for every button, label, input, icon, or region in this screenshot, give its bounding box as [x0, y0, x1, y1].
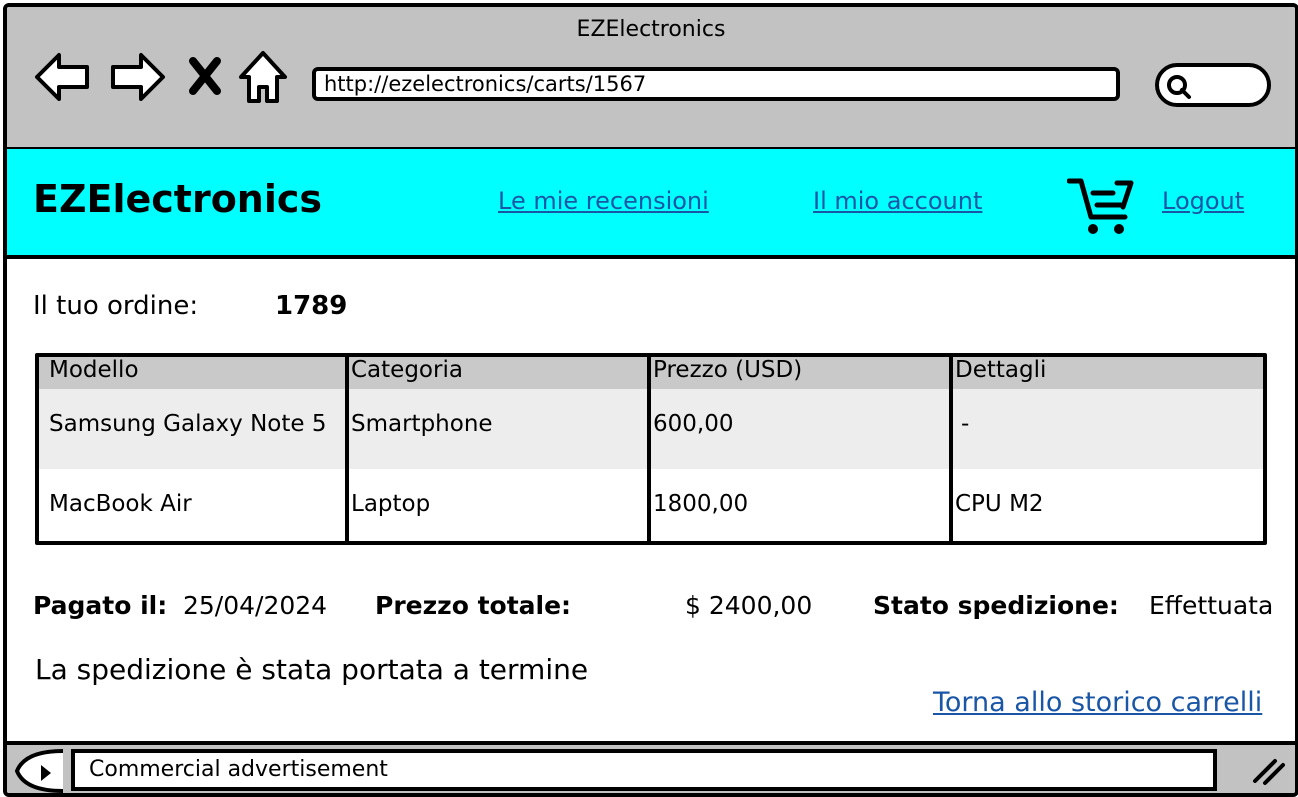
- url-bar[interactable]: http://ezelectronics/carts/1567: [312, 67, 1120, 101]
- table-cell: -: [961, 411, 970, 437]
- reviews-link[interactable]: Le mie recensioni: [498, 187, 709, 215]
- resize-grip-icon[interactable]: [1251, 755, 1287, 787]
- column-divider: [647, 357, 651, 541]
- header-cell: Prezzo (USD): [653, 357, 803, 383]
- shipping-message: La spedizione è stata portata a termine: [35, 653, 589, 686]
- close-x-icon[interactable]: [185, 49, 225, 105]
- back-to-cart-history-link[interactable]: Torna allo storico carrelli: [933, 687, 1262, 718]
- home-icon[interactable]: [235, 49, 291, 105]
- table-cell: 1800,00: [653, 491, 749, 517]
- table-cell: CPU M2: [955, 491, 1044, 517]
- paid-label: Pagato il:: [33, 591, 168, 620]
- header-cell: Dettagli: [955, 357, 1047, 383]
- brand-logo[interactable]: EZElectronics: [33, 177, 322, 221]
- column-divider: [345, 357, 349, 541]
- header-cell: Categoria: [351, 357, 463, 383]
- search-field[interactable]: [1155, 63, 1271, 107]
- order-table: Modello Categoria Prezzo (USD) Dettagli …: [35, 353, 1267, 545]
- browser-chrome: EZElectronics http://ezelectronics/carts…: [7, 7, 1295, 151]
- order-label: Il tuo ordine:: [33, 291, 199, 321]
- account-link[interactable]: Il mio account: [813, 187, 982, 215]
- table-cell: MacBook Air: [49, 491, 192, 517]
- shopping-cart-icon[interactable]: [1066, 175, 1137, 241]
- ad-play-icon[interactable]: [11, 747, 69, 795]
- window-title: EZElectronics: [576, 17, 726, 42]
- column-divider: [949, 357, 953, 541]
- order-number: 1789: [275, 291, 348, 321]
- table-cell: Laptop: [351, 491, 431, 517]
- status-value: Effettuata: [1149, 591, 1274, 620]
- logout-link[interactable]: Logout: [1162, 187, 1244, 215]
- paid-date: 25/04/2024: [183, 591, 328, 620]
- table-cell: 600,00: [653, 411, 734, 437]
- total-label: Prezzo totale:: [375, 591, 572, 620]
- browser-window: EZElectronics http://ezelectronics/carts…: [3, 3, 1298, 797]
- total-value: $ 2400,00: [685, 591, 813, 620]
- back-arrow-icon[interactable]: [33, 49, 93, 105]
- table-cell: Samsung Galaxy Note 5: [49, 411, 327, 437]
- header-cell: Modello: [49, 357, 139, 383]
- forward-arrow-icon[interactable]: [107, 49, 167, 105]
- status-label: Stato spedizione:: [873, 591, 1119, 620]
- footer-bar: Commercial advertisement: [7, 741, 1295, 795]
- site-header: EZElectronics Le mie recensioni Il mio a…: [7, 149, 1295, 259]
- search-icon: [1167, 75, 1191, 99]
- table-row: Samsung Galaxy Note 5 Smartphone 600,00 …: [39, 389, 1263, 469]
- table-row: MacBook Air Laptop 1800,00 CPU M2: [39, 469, 1263, 541]
- table-header: Modello Categoria Prezzo (USD) Dettagli: [39, 357, 1263, 389]
- commercial-advertisement[interactable]: Commercial advertisement: [71, 749, 1217, 791]
- table-cell: Smartphone: [351, 411, 493, 437]
